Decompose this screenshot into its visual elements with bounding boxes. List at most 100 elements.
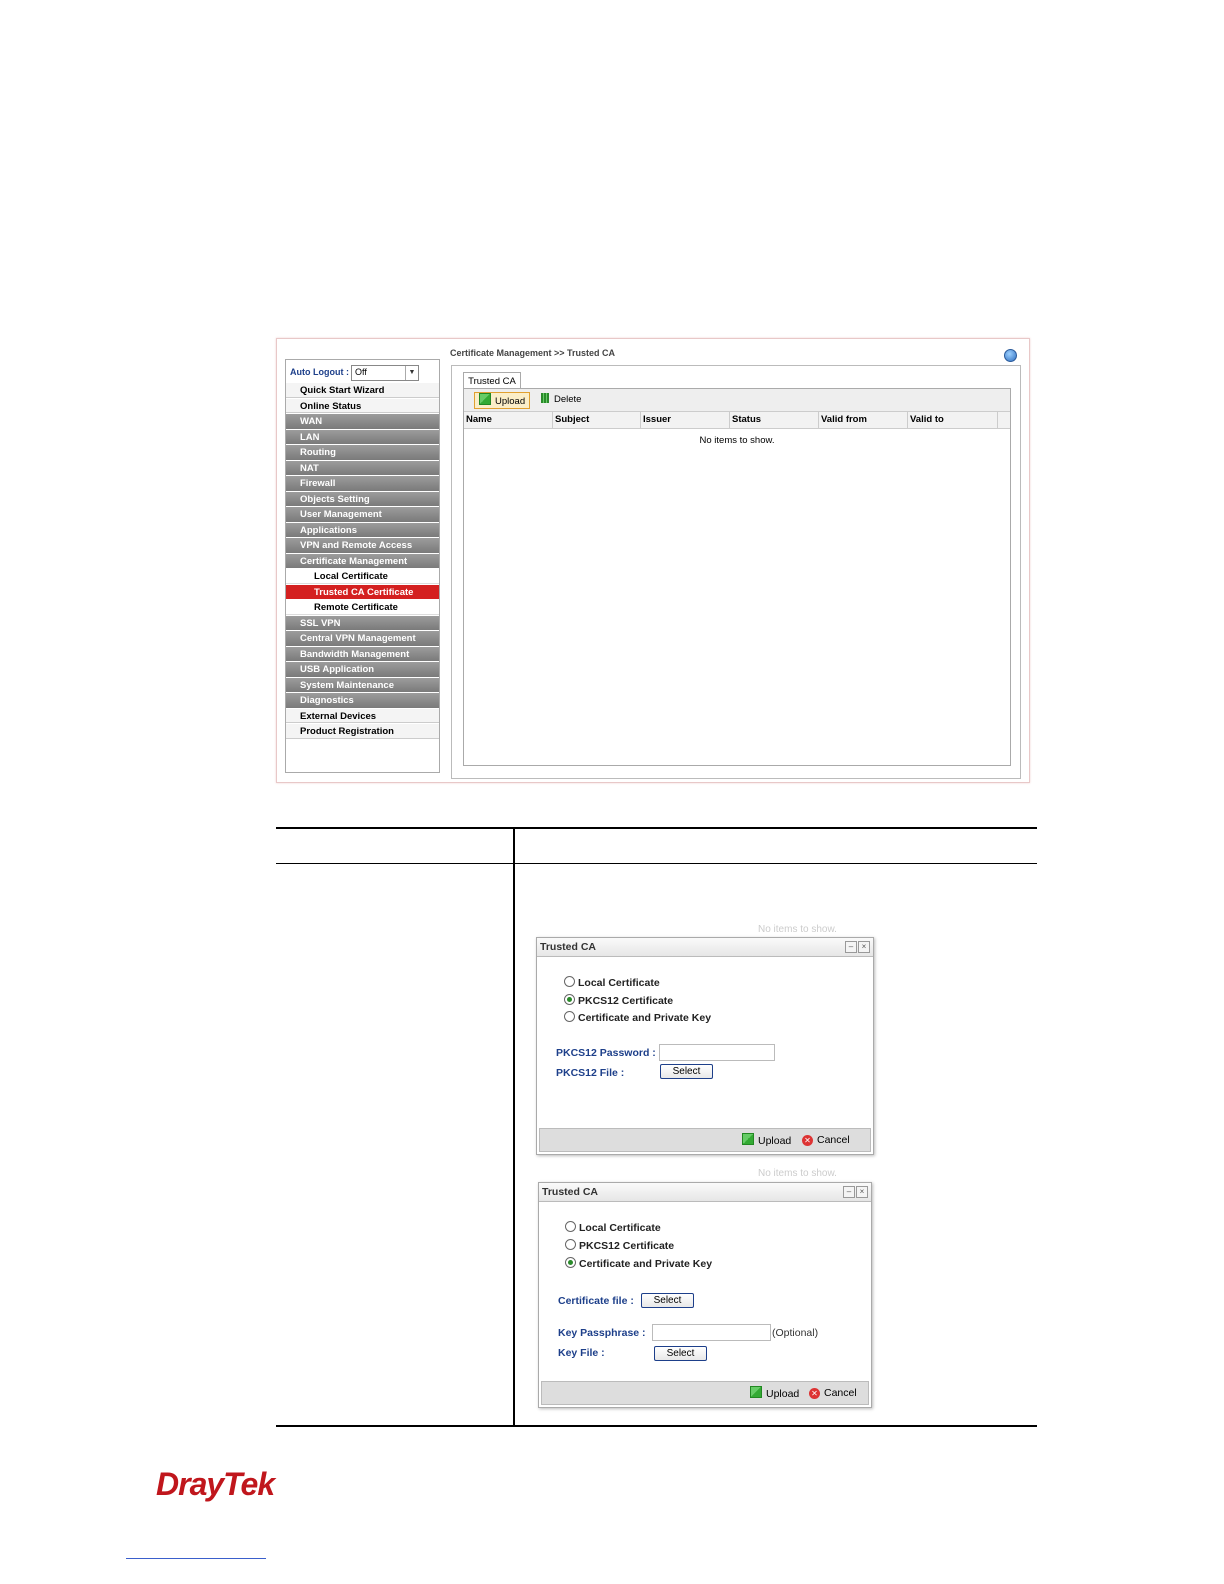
upload-icon: [479, 393, 491, 405]
table-top-rule: [276, 827, 1037, 829]
dialog-cancel-button[interactable]: ✕ Cancel: [802, 1133, 850, 1147]
sidebar-item[interactable]: Quick Start Wizard: [286, 383, 439, 398]
dialog-title: Trusted CA: [537, 938, 873, 957]
radio-checked-icon: [564, 994, 575, 1005]
dialog-title: Trusted CA: [539, 1183, 871, 1202]
sidebar-item[interactable]: Local Certificate: [286, 569, 439, 584]
sidebar-item[interactable]: Firewall: [286, 476, 439, 491]
radio-label: PKCS12 Certificate: [579, 1240, 675, 1252]
sidebar-item[interactable]: WAN: [286, 414, 439, 429]
column-header[interactable]: Valid from: [819, 412, 908, 428]
sidebar-item[interactable]: System Maintenance: [286, 677, 439, 692]
key-passphrase-input[interactable]: [652, 1324, 771, 1341]
table-column-divider: [513, 827, 515, 1427]
breadcrumb: Certificate Management >> Trusted CA: [450, 348, 616, 358]
upload-button[interactable]: Upload: [474, 392, 530, 409]
sidebar-item[interactable]: User Management: [286, 507, 439, 522]
sidebar-item[interactable]: Trusted CA Certificate: [286, 584, 439, 599]
delete-button[interactable]: Delete: [539, 392, 589, 407]
empty-message: No items to show.: [699, 435, 775, 446]
dialog-upload-label: Upload: [766, 1388, 800, 1400]
close-icon[interactable]: ×: [856, 1186, 868, 1198]
dialog-upload-button[interactable]: Upload: [746, 1386, 799, 1401]
upload-icon: [750, 1386, 762, 1398]
chevron-down-icon[interactable]: ▼: [405, 366, 418, 380]
sidebar-item[interactable]: LAN: [286, 429, 439, 444]
sidebar-item[interactable]: VPN and Remote Access: [286, 538, 439, 553]
auto-logout-select[interactable]: Off ▼: [351, 365, 419, 381]
column-header[interactable]: Status: [730, 412, 819, 428]
sidebar-item[interactable]: Online Status: [286, 398, 439, 413]
radio-pkcs12-certificate[interactable]: PKCS12 Certificate: [564, 994, 673, 1007]
help-icon[interactable]: [1004, 349, 1017, 362]
column-header[interactable]: Name: [464, 412, 553, 428]
dialog-cancel-label: Cancel: [824, 1387, 857, 1399]
optional-hint: (Optional): [772, 1327, 819, 1339]
sidebar-item[interactable]: Central VPN Management: [286, 631, 439, 646]
cancel-icon: ✕: [809, 1388, 820, 1399]
dialog-cancel-button[interactable]: ✕ Cancel: [809, 1386, 857, 1400]
upload-icon: [742, 1133, 754, 1145]
delete-label: Delete: [554, 394, 582, 405]
radio-icon: [565, 1239, 576, 1250]
cancel-icon: ✕: [802, 1135, 813, 1146]
sidebar-item[interactable]: Diagnostics: [286, 693, 439, 708]
sidebar-item[interactable]: Bandwidth Management: [286, 646, 439, 661]
minimize-icon[interactable]: –: [843, 1186, 855, 1198]
content-area: Certificate Management >> Trusted CA Tru…: [447, 343, 1025, 779]
key-file-label: Key File :: [558, 1347, 605, 1359]
upload-label: Upload: [495, 396, 526, 407]
radio-label: Certificate and Private Key: [579, 1258, 713, 1270]
radio-icon: [565, 1221, 576, 1232]
trusted-ca-dialog-pkcs12: Trusted CA – × Local Certificate PKCS12 …: [536, 937, 874, 1155]
pkcs12-password-input[interactable]: [659, 1044, 775, 1061]
dialog-cancel-label: Cancel: [817, 1134, 850, 1146]
radio-local-certificate[interactable]: Local Certificate: [565, 1221, 661, 1234]
sidebar-item[interactable]: SSL VPN: [286, 615, 439, 630]
radio-local-certificate[interactable]: Local Certificate: [564, 976, 660, 989]
sidebar-item[interactable]: Applications: [286, 522, 439, 537]
column-header[interactable]: Issuer: [641, 412, 730, 428]
dialog-footer: Upload ✕ Cancel: [539, 1128, 871, 1152]
dialog-upload-button[interactable]: Upload: [738, 1133, 791, 1148]
content-panel: Trusted CA Upload Delete Name Subject Is…: [451, 365, 1021, 779]
sidebar-item[interactable]: NAT: [286, 460, 439, 475]
trash-icon: [541, 393, 549, 403]
dialog-upload-label: Upload: [758, 1135, 792, 1147]
grid-toolbar: Upload Delete: [464, 389, 1010, 412]
close-icon[interactable]: ×: [858, 941, 870, 953]
radio-cert-private-key[interactable]: Certificate and Private Key: [564, 1011, 711, 1024]
radio-cert-private-key[interactable]: Certificate and Private Key: [565, 1257, 712, 1270]
footer-link-underline: [126, 1558, 266, 1559]
select-certificate-button[interactable]: Select: [641, 1293, 694, 1308]
minimize-icon[interactable]: –: [845, 941, 857, 953]
radio-label: PKCS12 Certificate: [578, 995, 674, 1007]
pkcs12-password-label: PKCS12 Password :: [556, 1047, 656, 1059]
ghost-empty-text: No items to show.: [758, 924, 837, 935]
sidebar-item[interactable]: Certificate Management: [286, 553, 439, 568]
auto-logout-label: Auto Logout :: [290, 367, 349, 377]
radio-pkcs12-certificate[interactable]: PKCS12 Certificate: [565, 1239, 674, 1252]
table-header-rule: [276, 863, 1037, 864]
select-file-button[interactable]: Select: [660, 1064, 713, 1079]
select-key-file-button[interactable]: Select: [654, 1346, 707, 1361]
sidebar-item[interactable]: Remote Certificate: [286, 600, 439, 615]
radio-icon: [564, 1011, 575, 1022]
radio-label: Local Certificate: [578, 977, 660, 989]
radio-label: Local Certificate: [579, 1222, 661, 1234]
dialog-footer: Upload ✕ Cancel: [541, 1381, 869, 1405]
sidebar-item[interactable]: Objects Setting: [286, 491, 439, 506]
radio-icon: [564, 976, 575, 987]
auto-logout: Auto Logout : Off ▼: [288, 362, 437, 382]
sidebar-item[interactable]: External Devices: [286, 708, 439, 723]
column-header[interactable]: Valid to: [908, 412, 998, 428]
certificate-grid: Upload Delete Name Subject Issuer Status…: [463, 388, 1011, 766]
column-header[interactable]: Subject: [553, 412, 641, 428]
sidebar-item[interactable]: Product Registration: [286, 724, 439, 739]
sidebar: Auto Logout : Off ▼ Quick Start Wizard On…: [285, 359, 440, 773]
sidebar-menu: Quick Start Wizard Online Status WAN LAN Rou…: [286, 383, 439, 740]
sidebar-item[interactable]: Routing: [286, 445, 439, 460]
tab-trusted-ca[interactable]: Trusted CA: [463, 372, 521, 389]
sidebar-item[interactable]: USB Application: [286, 662, 439, 677]
key-passphrase-label: Key Passphrase :: [558, 1327, 646, 1339]
